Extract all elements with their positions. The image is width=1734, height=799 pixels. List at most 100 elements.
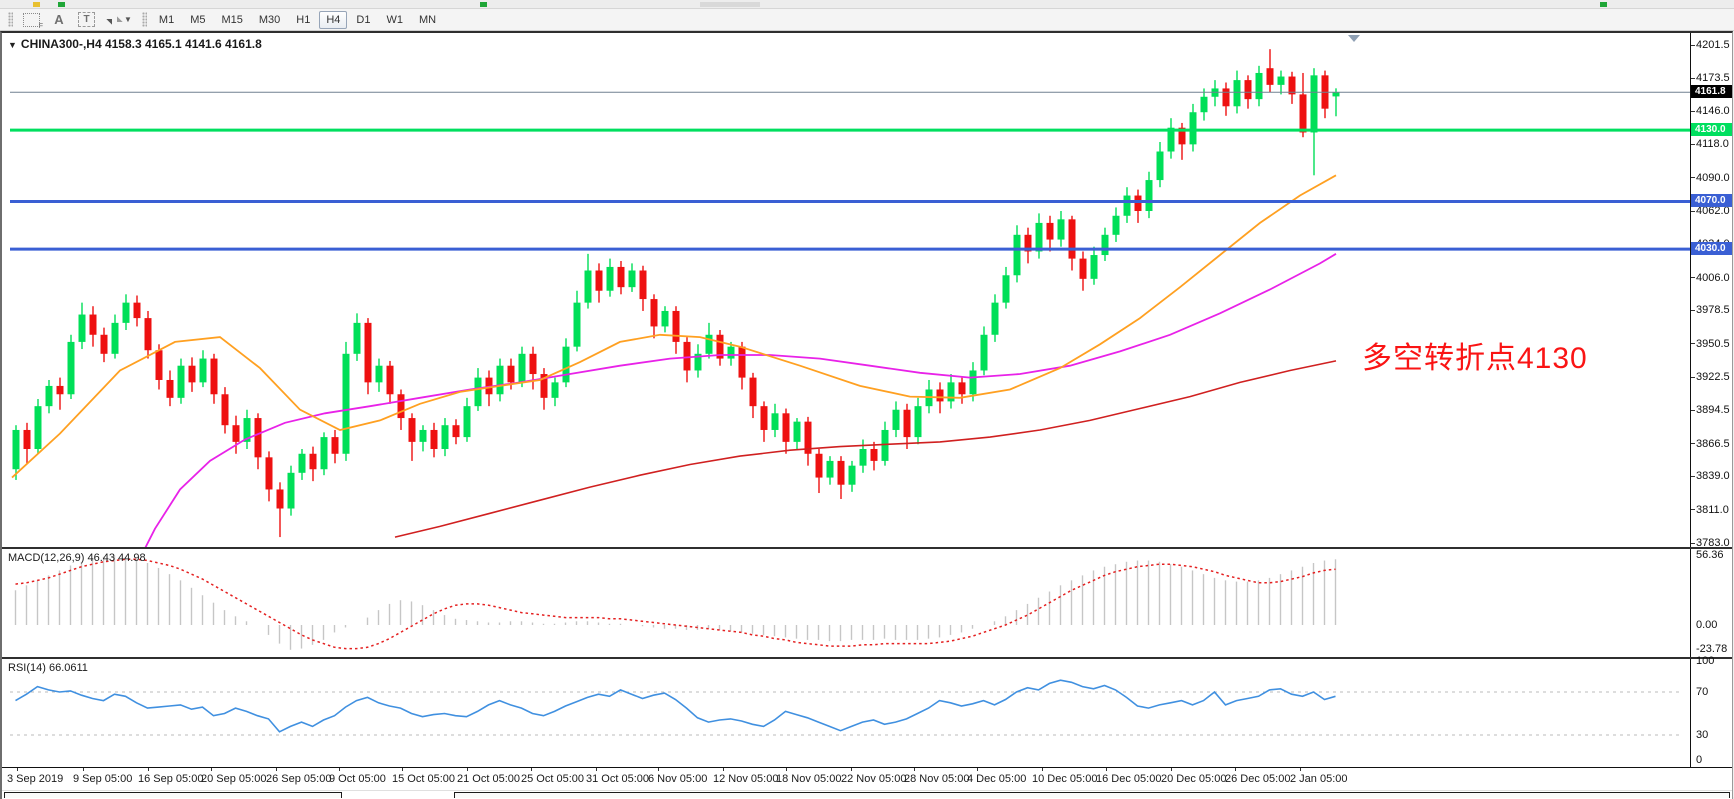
- price-tick-label: 4173.5: [1696, 72, 1730, 84]
- window-tab[interactable]: [454, 792, 1730, 798]
- rsi-label: RSI(14) 66.0611: [8, 662, 88, 674]
- price-tick-label: 3950.5: [1696, 338, 1730, 350]
- fibonacci-tool-button[interactable]: F: [18, 11, 45, 29]
- macd-axis-label: -23.78: [1696, 643, 1727, 655]
- text-box-tool-button[interactable]: T: [73, 11, 100, 29]
- price-tick-label: 4090.0: [1696, 172, 1730, 184]
- rsi-axis-label: 0: [1696, 754, 1702, 766]
- time-tick: [211, 768, 212, 771]
- time-tick: [658, 768, 659, 771]
- chevron-down-icon[interactable]: ▼: [124, 15, 132, 24]
- price-tick: [1691, 144, 1695, 145]
- rsi-axis[interactable]: 10070300: [1691, 659, 1732, 767]
- time-tick: [402, 768, 403, 771]
- price-tick: [1691, 377, 1695, 378]
- annotation-text[interactable]: 多空转折点4130: [1362, 333, 1588, 377]
- timeframe-button-m15[interactable]: M15: [214, 11, 249, 29]
- time-tick: [148, 768, 149, 771]
- time-tick-label: 31 Oct 05:00: [586, 773, 649, 785]
- price-tick-label: 4118.0: [1696, 138, 1729, 150]
- time-tick: [1171, 768, 1172, 771]
- price-tick-label: 4146.0: [1696, 105, 1730, 117]
- timeframe-button-h4[interactable]: H4: [319, 11, 347, 29]
- time-tick-label: 28 Nov 05:00: [904, 773, 969, 785]
- toolbar-fragment: [1600, 2, 1607, 7]
- time-tick-label: 10 Dec 05:00: [1032, 773, 1097, 785]
- time-tick: [596, 768, 597, 771]
- toolbar-grip[interactable]: [142, 12, 147, 27]
- price-level-badge: 4130.0: [1691, 123, 1732, 136]
- price-level-badge: 4070.0: [1691, 194, 1732, 207]
- symbol-menu-icon[interactable]: ▼: [8, 40, 17, 50]
- price-tick-label: 3866.5: [1696, 438, 1730, 450]
- toolbar-grip[interactable]: [8, 12, 13, 27]
- timeframe-button-w1[interactable]: W1: [379, 11, 410, 29]
- price-tick-label: 3894.5: [1696, 404, 1730, 416]
- chart-shift-marker[interactable]: [1348, 35, 1360, 42]
- time-tick: [851, 768, 852, 771]
- rsi-plot[interactable]: [10, 659, 1690, 767]
- timeframe-button-d1[interactable]: D1: [349, 11, 377, 29]
- timeframe-button-h1[interactable]: H1: [289, 11, 317, 29]
- drawing-toolbar: F A T ▼ M1M5M15M30H1H4D1W1MN: [0, 9, 1734, 31]
- time-tick-label: 21 Oct 05:00: [457, 773, 520, 785]
- time-tick-label: 2 Jan 05:00: [1290, 773, 1348, 785]
- time-tick-label: 4 Dec 05:00: [967, 773, 1026, 785]
- macd-label: MACD(12,26,9) 46.43 44.98: [8, 552, 146, 564]
- price-chart-panel[interactable]: ▼CHINA300-,H4 4158.3 4165.1 4141.6 4161.…: [2, 33, 1732, 547]
- timeframe-button-m5[interactable]: M5: [183, 11, 212, 29]
- toolbar-fragment: [58, 2, 65, 7]
- toolbar-fragment: [700, 2, 760, 7]
- window-tab[interactable]: [4, 792, 342, 798]
- timeframe-button-m1[interactable]: M1: [152, 11, 181, 29]
- time-tick-label: 12 Nov 05:00: [713, 773, 778, 785]
- time-axis[interactable]: 3 Sep 20199 Sep 05:0016 Sep 05:0020 Sep …: [2, 767, 1732, 790]
- price-tick: [1691, 410, 1695, 411]
- price-tick: [1691, 111, 1695, 112]
- time-tick-label: 18 Nov 05:00: [776, 773, 841, 785]
- time-tick-label: 16 Dec 05:00: [1096, 773, 1161, 785]
- time-tick-label: 25 Oct 05:00: [521, 773, 584, 785]
- time-tick: [1106, 768, 1107, 771]
- candlestick-plot[interactable]: [10, 33, 1690, 547]
- upper-toolbar-edge: [0, 0, 1734, 9]
- macd-axis[interactable]: 56.360.00-23.78: [1691, 549, 1732, 657]
- timeframe-button-mn[interactable]: MN: [412, 11, 443, 29]
- macd-panel[interactable]: MACD(12,26,9) 46.43 44.98 56.360.00-23.7…: [2, 549, 1732, 657]
- mt4-window: F A T ▼ M1M5M15M30H1H4D1W1MN ▼CHINA300-,…: [0, 0, 1734, 797]
- rsi-panel[interactable]: RSI(14) 66.0611 10070300: [2, 659, 1732, 767]
- price-tick-label: 3783.0: [1696, 537, 1730, 549]
- time-tick: [276, 768, 277, 771]
- price-tick-label: 3811.0: [1696, 504, 1729, 516]
- time-tick: [467, 768, 468, 771]
- time-tick-label: 26 Dec 05:00: [1225, 773, 1290, 785]
- time-tick: [977, 768, 978, 771]
- arrows-icon: [107, 14, 121, 26]
- price-tick: [1691, 443, 1695, 444]
- text-a-icon: A: [54, 12, 63, 27]
- window-tab-strip: [2, 790, 1732, 797]
- timeframe-toolbar: M1M5M15M30H1H4D1W1MN: [151, 11, 444, 29]
- price-tick-label: 3978.5: [1696, 304, 1730, 316]
- time-tick: [1235, 768, 1236, 771]
- macd-axis-label: 0.00: [1696, 619, 1717, 631]
- price-level-badge: 4030.0: [1691, 242, 1732, 255]
- time-tick: [1042, 768, 1043, 771]
- time-tick-label: 16 Sep 05:00: [138, 773, 203, 785]
- time-tick-label: 3 Sep 2019: [7, 773, 63, 785]
- timeframe-button-m30[interactable]: M30: [252, 11, 287, 29]
- price-tick: [1691, 211, 1695, 212]
- time-tick-label: 9 Sep 05:00: [73, 773, 132, 785]
- time-tick: [723, 768, 724, 771]
- text-label-tool-button[interactable]: A: [47, 11, 71, 29]
- arrows-tool-button[interactable]: ▼: [102, 11, 137, 29]
- symbol-header[interactable]: ▼CHINA300-,H4 4158.3 4165.1 4141.6 4161.…: [8, 37, 262, 51]
- time-tick: [531, 768, 532, 771]
- chart-window: ▼CHINA300-,H4 4158.3 4165.1 4141.6 4161.…: [0, 31, 1733, 799]
- price-tick-label: 4006.0: [1696, 272, 1730, 284]
- macd-plot[interactable]: [10, 549, 1690, 657]
- time-tick: [1300, 768, 1301, 771]
- price-axis[interactable]: 4201.54173.54146.04118.04090.04062.04034…: [1691, 33, 1732, 547]
- current-price-badge: 4161.8: [1691, 85, 1732, 98]
- price-tick: [1691, 45, 1695, 46]
